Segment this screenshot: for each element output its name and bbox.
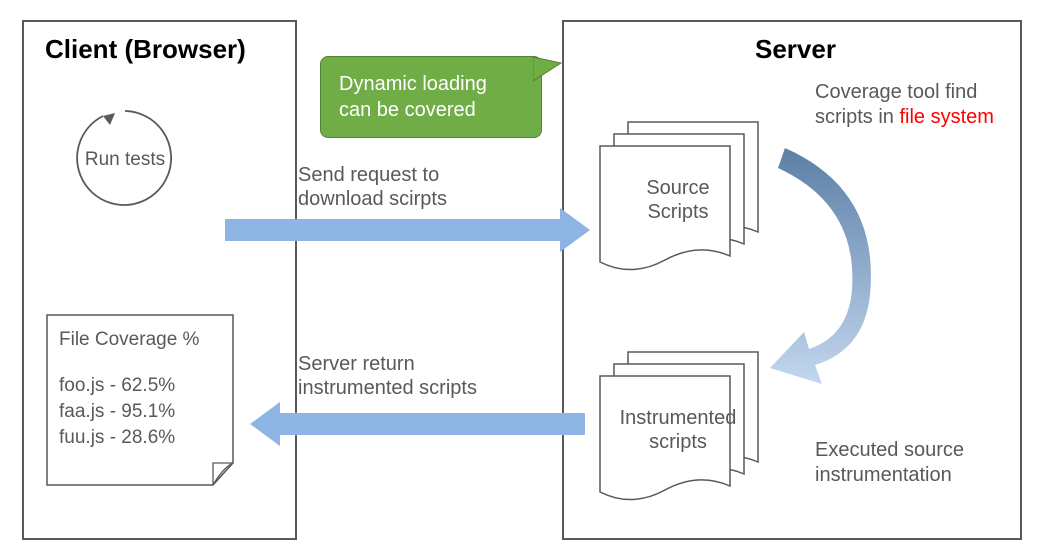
side-text-span: scripts in <box>815 106 899 128</box>
dynamic-loading-callout: Dynamic loading can be covered <box>320 56 542 138</box>
file-system-red: file system <box>899 106 993 128</box>
coverage-note: File Coverage % foo.js - 62.5% faa.js - … <box>45 313 235 483</box>
stack-label-line: Source <box>598 176 758 200</box>
arrow2-label: Server return instrumented scripts <box>298 352 477 400</box>
stack-label-line: Instrumented <box>598 406 758 430</box>
side-text-line: instrumentation <box>815 463 964 488</box>
server-header: Server <box>755 34 836 65</box>
callout-line: can be covered <box>339 97 523 123</box>
source-scripts-label: Source Scripts <box>598 176 758 224</box>
arrow1-label-line: Send request to <box>298 163 447 187</box>
callout-tail-icon <box>533 57 563 87</box>
curve-arrow-instrumentation <box>760 140 890 400</box>
callout-line: Dynamic loading <box>339 71 523 97</box>
arrow-client-to-server <box>225 219 590 252</box>
executed-instrumentation-text: Executed source instrumentation <box>815 438 964 488</box>
arrow1-label-line: download scirpts <box>298 187 447 211</box>
arrow2-label-line: Server return <box>298 352 477 376</box>
coverage-row: foo.js - 62.5% <box>59 373 221 399</box>
arrow-server-to-client <box>250 413 585 446</box>
coverage-row: fuu.js - 28.6% <box>59 425 221 451</box>
coverage-note-text: File Coverage % foo.js - 62.5% faa.js - … <box>59 327 221 451</box>
instrumented-scripts-stack: Instrumented scripts <box>598 350 758 505</box>
source-scripts-stack: Source Scripts <box>598 120 758 275</box>
side-text-line: Executed source <box>815 438 964 463</box>
diagram-stage: Client (Browser) Server Run tests File C… <box>0 0 1041 555</box>
run-tests-cycle: Run tests <box>70 103 180 213</box>
arrow1-label: Send request to download scirpts <box>298 163 447 211</box>
client-header: Client (Browser) <box>45 34 246 65</box>
coverage-title: File Coverage % <box>59 327 221 353</box>
side-text-line: scripts in file system <box>815 105 994 130</box>
arrow2-label-line: instrumented scripts <box>298 376 477 400</box>
instrumented-scripts-label: Instrumented scripts <box>598 406 758 454</box>
stack-label-line: Scripts <box>598 200 758 224</box>
side-text-line: Coverage tool find <box>815 80 994 105</box>
stack-label-line: scripts <box>598 430 758 454</box>
coverage-tool-text: Coverage tool find scripts in file syste… <box>815 80 994 130</box>
coverage-row: faa.js - 95.1% <box>59 399 221 425</box>
run-tests-label: Run tests <box>70 149 180 171</box>
